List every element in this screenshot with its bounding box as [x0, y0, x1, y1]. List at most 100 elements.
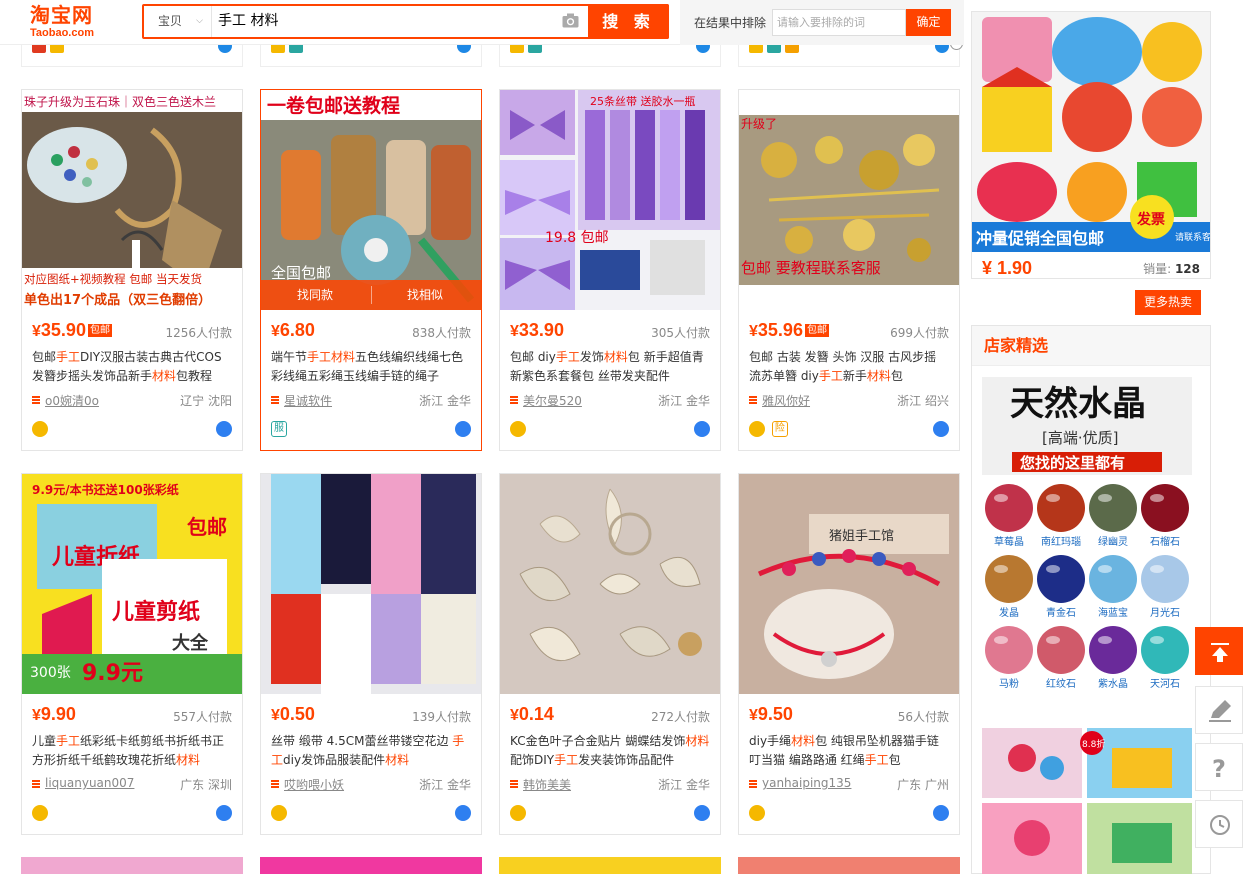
feedback-button[interactable] — [1195, 686, 1243, 734]
logo-sub-text: Taobao.com — [30, 27, 94, 39]
find-same-button[interactable]: 找同款 — [297, 280, 333, 310]
crystal-ball[interactable] — [1089, 555, 1137, 603]
gold-seller-icon[interactable] — [32, 805, 48, 821]
product-image[interactable]: 珠子升级为玉石珠｜双色三色送木兰 对应图纸+视频教程 包邮 当天发货 单色出17… — [22, 90, 242, 310]
paid-count: 1256人付款 — [165, 326, 232, 340]
crystal-ball[interactable] — [1089, 484, 1137, 532]
more-hot-button[interactable]: 更多热卖 — [1135, 290, 1201, 315]
wangwang-icon[interactable] — [933, 421, 949, 437]
gold-seller-icon[interactable] — [271, 805, 287, 821]
product-card[interactable]: ¥0.50 139人付款 丝带 缎带 4.5CM蕾丝带镂空花边 手工diy发饰品… — [260, 473, 482, 835]
crystal-ad-image[interactable]: 天然水晶 [高端·优质] 您找的这里都有 草莓晶 南红玛瑙 绿幽灵 石榴石 发晶 青金石 海… — [982, 377, 1192, 692]
wangwang-icon[interactable] — [216, 421, 232, 437]
shop-name[interactable]: 哎哟喂小妖 — [284, 776, 344, 793]
crystal-ball[interactable] — [1089, 626, 1137, 674]
shop-name[interactable]: 星诚软件 — [284, 392, 332, 409]
gold-seller-icon[interactable] — [749, 805, 765, 821]
wangwang-icon[interactable] — [216, 805, 232, 821]
crystal-ball[interactable] — [1037, 626, 1085, 674]
product-image[interactable]: 25条丝带 送胶水一瓶 19.8 包邮 — [500, 90, 720, 310]
crystal-highlight — [1098, 636, 1112, 644]
shop-name[interactable]: 美尔曼520 — [523, 392, 582, 409]
wangwang-icon[interactable] — [933, 805, 949, 821]
product-title[interactable]: 丝带 缎带 4.5CM蕾丝带镂空花边 手工diy发饰品服装配件材料 — [271, 732, 471, 772]
crystal-ball[interactable] — [1141, 626, 1189, 674]
shop-row: 美尔曼520 浙江 金华 — [510, 392, 710, 410]
shop-location: 浙江 金华 — [658, 394, 710, 408]
camera-icon[interactable] — [562, 13, 579, 28]
product-card[interactable]: 9.9元/本书还送100张彩纸 儿童折纸 包邮 儿童剪纸 大全 300张 9.9… — [21, 473, 243, 835]
partial-product-image[interactable] — [738, 857, 960, 874]
gold-seller-icon[interactable] — [510, 805, 526, 821]
shop-row: 韩饰美美 浙江 金华 — [510, 776, 710, 794]
crystal-ball[interactable] — [1141, 555, 1189, 603]
product-title[interactable]: 端午节手工材料五色线编织线绳七色彩线绳五彩绳玉线编手链的绳子 — [271, 348, 471, 388]
crystal-ball[interactable] — [1141, 484, 1189, 532]
product-title[interactable]: 包邮手工DIY汉服古装古典古代COS发簪步摇头发饰品新手材料包教程 — [32, 348, 232, 388]
search-type-select[interactable]: 宝贝 ⌵ — [144, 6, 212, 37]
partial-product-image[interactable] — [499, 857, 721, 874]
product-title[interactable]: 包邮 古装 发簪 头饰 汉服 古风步摇 流苏单簪 diy手工新手材料包 — [749, 348, 949, 388]
crystal-label: 天河石 — [1150, 678, 1180, 690]
product-card[interactable]: 25条丝带 送胶水一瓶 19.8 包邮 ¥33.90 305人付款 包邮 diy… — [499, 89, 721, 451]
crystal-ball[interactable] — [985, 555, 1033, 603]
crafts-ad-image[interactable]: 8.8折 — [982, 728, 1192, 874]
shop-pick-title: 店家精选 — [972, 326, 1210, 366]
crystal-label: 马粉 — [999, 677, 1019, 690]
partial-product-image[interactable] — [260, 857, 482, 874]
crystal-ball[interactable] — [985, 484, 1033, 532]
shop-row: 哎哟喂小妖 浙江 金华 — [271, 776, 471, 794]
product-title[interactable]: 包邮 diy手工发饰材料包 新手超值青新紫色系套餐包 丝带发夹配件 — [510, 348, 710, 388]
price-row: ¥6.80 838人付款 — [271, 320, 471, 342]
gold-seller-icon[interactable] — [749, 421, 765, 437]
product-image[interactable]: 升级了 包邮 要教程联系客服 — [739, 90, 959, 310]
ad-product-card[interactable]: 冲量促销全国包邮 发票 请联系客服 ¥ 1.90 销量: 128 — [971, 11, 1211, 279]
crystal-label: 草莓晶 — [994, 536, 1024, 548]
find-similar-button[interactable]: 找相似 — [407, 280, 443, 310]
crystal-ball[interactable] — [1037, 484, 1085, 532]
image-caption: 儿童剪纸 — [111, 599, 200, 625]
product-image[interactable]: 猪姐手工馆 — [739, 474, 959, 694]
product-image[interactable] — [500, 474, 720, 694]
history-button[interactable] — [1195, 800, 1243, 848]
paid-count: 272人付款 — [651, 710, 710, 724]
product-image[interactable]: 一卷包邮送教程 全国包邮 找同款 找相似 — [261, 90, 481, 310]
wangwang-icon[interactable] — [455, 421, 471, 437]
back-to-top-button[interactable] — [1195, 627, 1243, 675]
product-card[interactable]: ¥0.14 272人付款 KC金色叶子合金贴片 蝴蝶结发饰材料配饰DIY手工发夹… — [499, 473, 721, 835]
exclude-confirm-button[interactable]: 确定 — [906, 9, 951, 36]
gold-seller-icon[interactable] — [510, 421, 526, 437]
shop-name[interactable]: liquanyuan007 — [45, 776, 134, 790]
taobao-logo[interactable]: 淘宝网 Taobao.com — [30, 3, 120, 41]
product-card[interactable]: 升级了 包邮 要教程联系客服 ¥35.96 包邮 699人付款 包邮 古装 发簪 … — [738, 89, 960, 451]
help-button[interactable]: ? — [1195, 743, 1243, 791]
product-card[interactable]: 一卷包邮送教程 全国包邮 找同款 找相似 ¥6.80 838人付款 端午节手工材… — [260, 89, 482, 451]
search-button[interactable]: 搜 索 — [588, 4, 669, 39]
product-title[interactable]: KC金色叶子合金贴片 蝴蝶结发饰材料配饰DIY手工发夹装饰饰品配件 — [510, 732, 710, 772]
search-input[interactable] — [218, 6, 558, 37]
product-image[interactable]: 9.9元/本书还送100张彩纸 儿童折纸 包邮 儿童剪纸 大全 300张 9.9… — [22, 474, 242, 694]
gold-seller-icon[interactable] — [32, 421, 48, 437]
wangwang-icon[interactable] — [694, 421, 710, 437]
shop-name[interactable]: o0婉清0o — [45, 392, 99, 409]
exclude-input[interactable]: 请输入要排除的词 — [772, 9, 906, 36]
question-icon: ? — [1212, 755, 1226, 783]
product-image[interactable] — [261, 474, 481, 694]
ad-product-image[interactable]: 冲量促销全国包邮 发票 请联系客服 — [972, 12, 1210, 252]
service-badge-icon[interactable]: 服 — [271, 421, 287, 437]
shop-name[interactable]: 韩饰美美 — [523, 776, 571, 793]
product-card[interactable]: 猪姐手工馆 ¥9.50 56人付款 diy手绳材料包 纯银吊坠机器猫手链叮当猫 … — [738, 473, 960, 835]
product-title[interactable]: 儿童手工纸彩纸卡纸剪纸书折纸书正方形折纸千纸鹤玫瑰花折纸材料 — [32, 732, 232, 772]
crystal-ball[interactable] — [985, 626, 1033, 674]
wangwang-icon[interactable] — [455, 805, 471, 821]
wangwang-icon[interactable] — [694, 805, 710, 821]
crystal-ball[interactable] — [1037, 555, 1085, 603]
product-card[interactable]: 珠子升级为玉石珠｜双色三色送木兰 对应图纸+视频教程 包邮 当天发货 单色出17… — [21, 89, 243, 451]
crystal-label: 紫水晶 — [1098, 678, 1128, 690]
partial-product-image[interactable] — [21, 857, 243, 874]
insurance-badge-icon[interactable]: 险 — [771, 421, 788, 437]
shop-name[interactable]: yanhaiping135 — [762, 776, 851, 790]
crystal-highlight — [1150, 494, 1164, 502]
shop-name[interactable]: 雅风你好 — [762, 392, 810, 409]
product-title[interactable]: diy手绳材料包 纯银吊坠机器猫手链叮当猫 编路路通 红绳手工包 — [749, 732, 949, 772]
